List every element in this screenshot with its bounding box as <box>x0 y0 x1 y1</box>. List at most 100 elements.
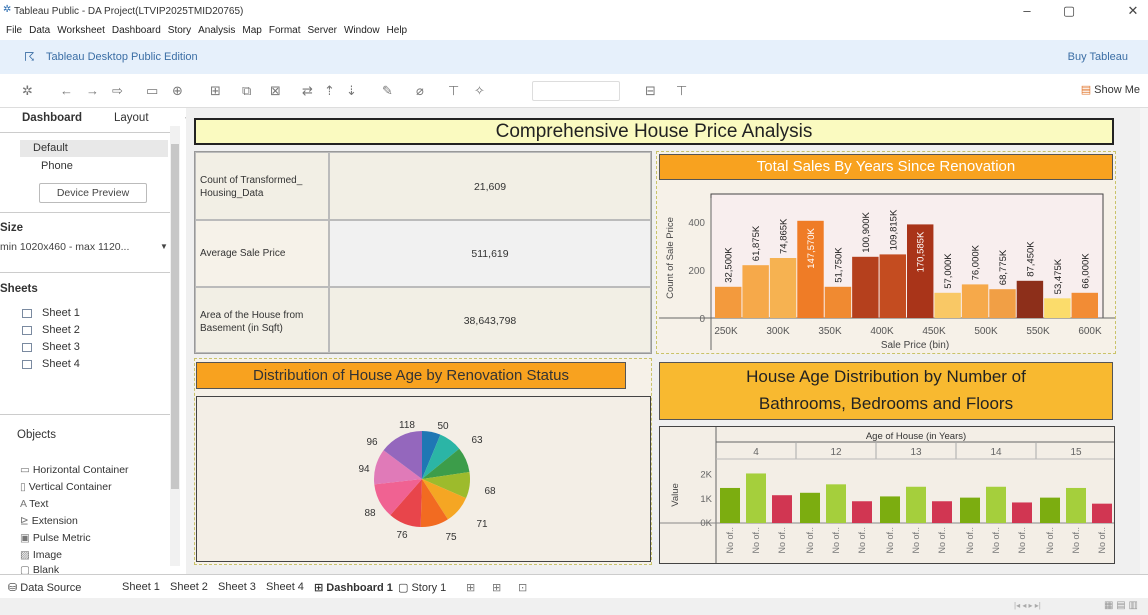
x-tick-label: 350K <box>818 326 842 337</box>
bar <box>1071 292 1098 318</box>
age-title-line-2: Bathrooms, Bedrooms and Floors <box>758 394 1014 413</box>
x-tick-label: 450K <box>922 326 946 337</box>
scrollbar-thumb[interactable] <box>171 144 179 489</box>
swap-icon[interactable]: ⇄ <box>302 83 313 99</box>
sheet-item-3[interactable]: Sheet 3 <box>42 341 80 353</box>
bar <box>989 289 1016 318</box>
tab-dashboard-1[interactable]: ⊞ Dashboard 1 <box>314 581 393 594</box>
redo-icon[interactable]: ⇨ <box>112 83 123 99</box>
bar-data-label: 76,000K <box>971 244 982 280</box>
bar-data-label: 109,815K <box>888 209 899 250</box>
presentation-icon[interactable]: ⊤ <box>676 83 687 99</box>
pie-slice-label: 50 <box>437 421 449 432</box>
tab-label: Story 1 <box>411 582 447 594</box>
save-icon[interactable]: ▭ <box>146 83 158 99</box>
age-title-line-1: House Age Distribution by Number of <box>746 367 1026 386</box>
size-dropdown[interactable]: min 1020x460 - max 1120... <box>0 241 129 253</box>
kpi-value: 511,619 <box>329 220 651 287</box>
duplicate-icon[interactable]: ⧉ <box>242 83 251 99</box>
device-default[interactable]: Default <box>33 142 68 154</box>
bar-category-label: No of.. <box>857 527 867 554</box>
bar-category-label: No of.. <box>1071 527 1081 554</box>
bar-category-label: No of.. <box>991 527 1001 554</box>
dashboard-icon: ⊞ <box>314 582 327 594</box>
show-me-button[interactable]: ▤ Show Me <box>1081 83 1140 96</box>
device-phone[interactable]: Phone <box>41 160 73 172</box>
column-header-label: 15 <box>1070 447 1082 458</box>
menu-file[interactable]: File <box>6 22 22 40</box>
object-image[interactable]: ▨ Image <box>20 549 62 561</box>
group-icon[interactable]: ⌀ <box>416 83 424 99</box>
tab-sheet-3[interactable]: Sheet 3 <box>218 581 256 593</box>
object-blank[interactable]: ▢ Blank <box>20 564 59 574</box>
left-panel-scrollbar[interactable] <box>170 126 180 566</box>
column-header-title: Age of House (in Years) <box>866 431 966 442</box>
object-extension[interactable]: ⊵ Extension <box>20 515 78 527</box>
sort-ascending-icon[interactable]: ⇡ <box>324 83 335 99</box>
bar-category-label: No of.. <box>937 527 947 554</box>
chevron-down-icon[interactable]: ▼ <box>160 242 168 251</box>
new-worksheet-tab-icon[interactable]: ⊞ <box>466 581 475 594</box>
sheet-item-2[interactable]: Sheet 2 <box>42 324 80 336</box>
blank-icon: ▢ <box>20 564 33 574</box>
device-preview-button[interactable]: Device Preview <box>39 183 147 203</box>
tab-sheet-4[interactable]: Sheet 4 <box>266 581 304 593</box>
bar-data-label: 51,750K <box>833 247 844 283</box>
bar-category-label: No of.. <box>911 527 921 554</box>
bar <box>961 284 989 318</box>
bar <box>772 495 792 523</box>
buy-tableau-link[interactable]: Buy Tableau <box>1068 51 1128 63</box>
menu-window[interactable]: Window <box>344 22 380 40</box>
new-worksheet-icon[interactable]: ⊞ <box>210 83 221 99</box>
page-nav-icon[interactable]: |◂ ◂ ▸ ▸| <box>1014 601 1041 610</box>
minimize-button[interactable]: – <box>1012 2 1042 20</box>
tab-dashboard[interactable]: Dashboard <box>22 112 82 124</box>
tab-story-1[interactable]: ▢ Story 1 <box>398 581 446 594</box>
new-datasource-icon[interactable]: ⊕ <box>172 83 183 99</box>
new-dashboard-tab-icon[interactable]: ⊞ <box>492 581 501 594</box>
sheet-item-4[interactable]: Sheet 4 <box>42 358 80 370</box>
bottom-tab-bar: ⛁ Data Source Sheet 1 Sheet 2 Sheet 3 Sh… <box>0 574 1148 598</box>
menu-help[interactable]: Help <box>387 22 408 40</box>
sales-bar-chart: 0 200 400 Count of Sale Price 32,500K 61,875K… <box>659 193 1115 351</box>
back-icon[interactable]: ← <box>60 83 73 99</box>
fit-dropdown[interactable] <box>532 81 620 101</box>
object-horizontal-container[interactable]: ▭ Horizontal Container <box>20 464 129 476</box>
menu-format[interactable]: Format <box>269 22 301 40</box>
close-button[interactable]: ✕ <box>1118 2 1148 20</box>
new-story-tab-icon[interactable]: ⊡ <box>518 581 527 594</box>
tab-data-source[interactable]: ⛁ Data Source <box>8 581 81 594</box>
sort-descending-icon[interactable]: ⇣ <box>346 83 357 99</box>
menu-worksheet[interactable]: Worksheet <box>57 22 105 40</box>
object-text[interactable]: A Text <box>20 498 48 510</box>
highlight-icon[interactable]: ✎ <box>382 83 393 99</box>
menu-data[interactable]: Data <box>29 22 50 40</box>
object-vertical-container[interactable]: ▯ Vertical Container <box>20 481 112 493</box>
tab-sheet-2[interactable]: Sheet 2 <box>170 581 208 593</box>
tableau-icon[interactable]: ✲ <box>22 83 33 99</box>
menu-map[interactable]: Map <box>242 22 261 40</box>
clear-sheet-icon[interactable]: ⊠ <box>270 83 281 99</box>
edition-label: Tableau Desktop Public Edition <box>46 51 198 63</box>
bar-data-label: 147,570K <box>806 227 817 268</box>
label-icon[interactable]: ⊤ <box>448 83 459 99</box>
sheet-item-1[interactable]: Sheet 1 <box>42 307 80 319</box>
sheet-icon <box>22 343 32 352</box>
pin-icon[interactable]: ✧ <box>474 83 485 99</box>
fit-icon[interactable]: ⊟ <box>645 83 656 99</box>
divider <box>0 132 170 133</box>
menu-analysis[interactable]: Analysis <box>198 22 235 40</box>
forward-icon[interactable]: → <box>86 83 99 99</box>
menu-dashboard[interactable]: Dashboard <box>112 22 161 40</box>
view-toggle-icon[interactable]: ▦ ▤ ▥ <box>1104 600 1138 611</box>
maximize-button[interactable]: ▢ <box>1054 2 1084 20</box>
bar-data-label: 32,500K <box>724 247 735 283</box>
object-label: Pulse Metric <box>32 532 91 544</box>
bar <box>932 501 952 523</box>
tab-layout[interactable]: Layout <box>114 112 149 124</box>
dashboard-scrollbar[interactable] <box>1140 108 1148 574</box>
tab-sheet-1[interactable]: Sheet 1 <box>122 581 160 593</box>
object-pulse-metric[interactable]: ▣ Pulse Metric <box>20 532 91 544</box>
menu-story[interactable]: Story <box>168 22 191 40</box>
menu-server[interactable]: Server <box>308 22 337 40</box>
